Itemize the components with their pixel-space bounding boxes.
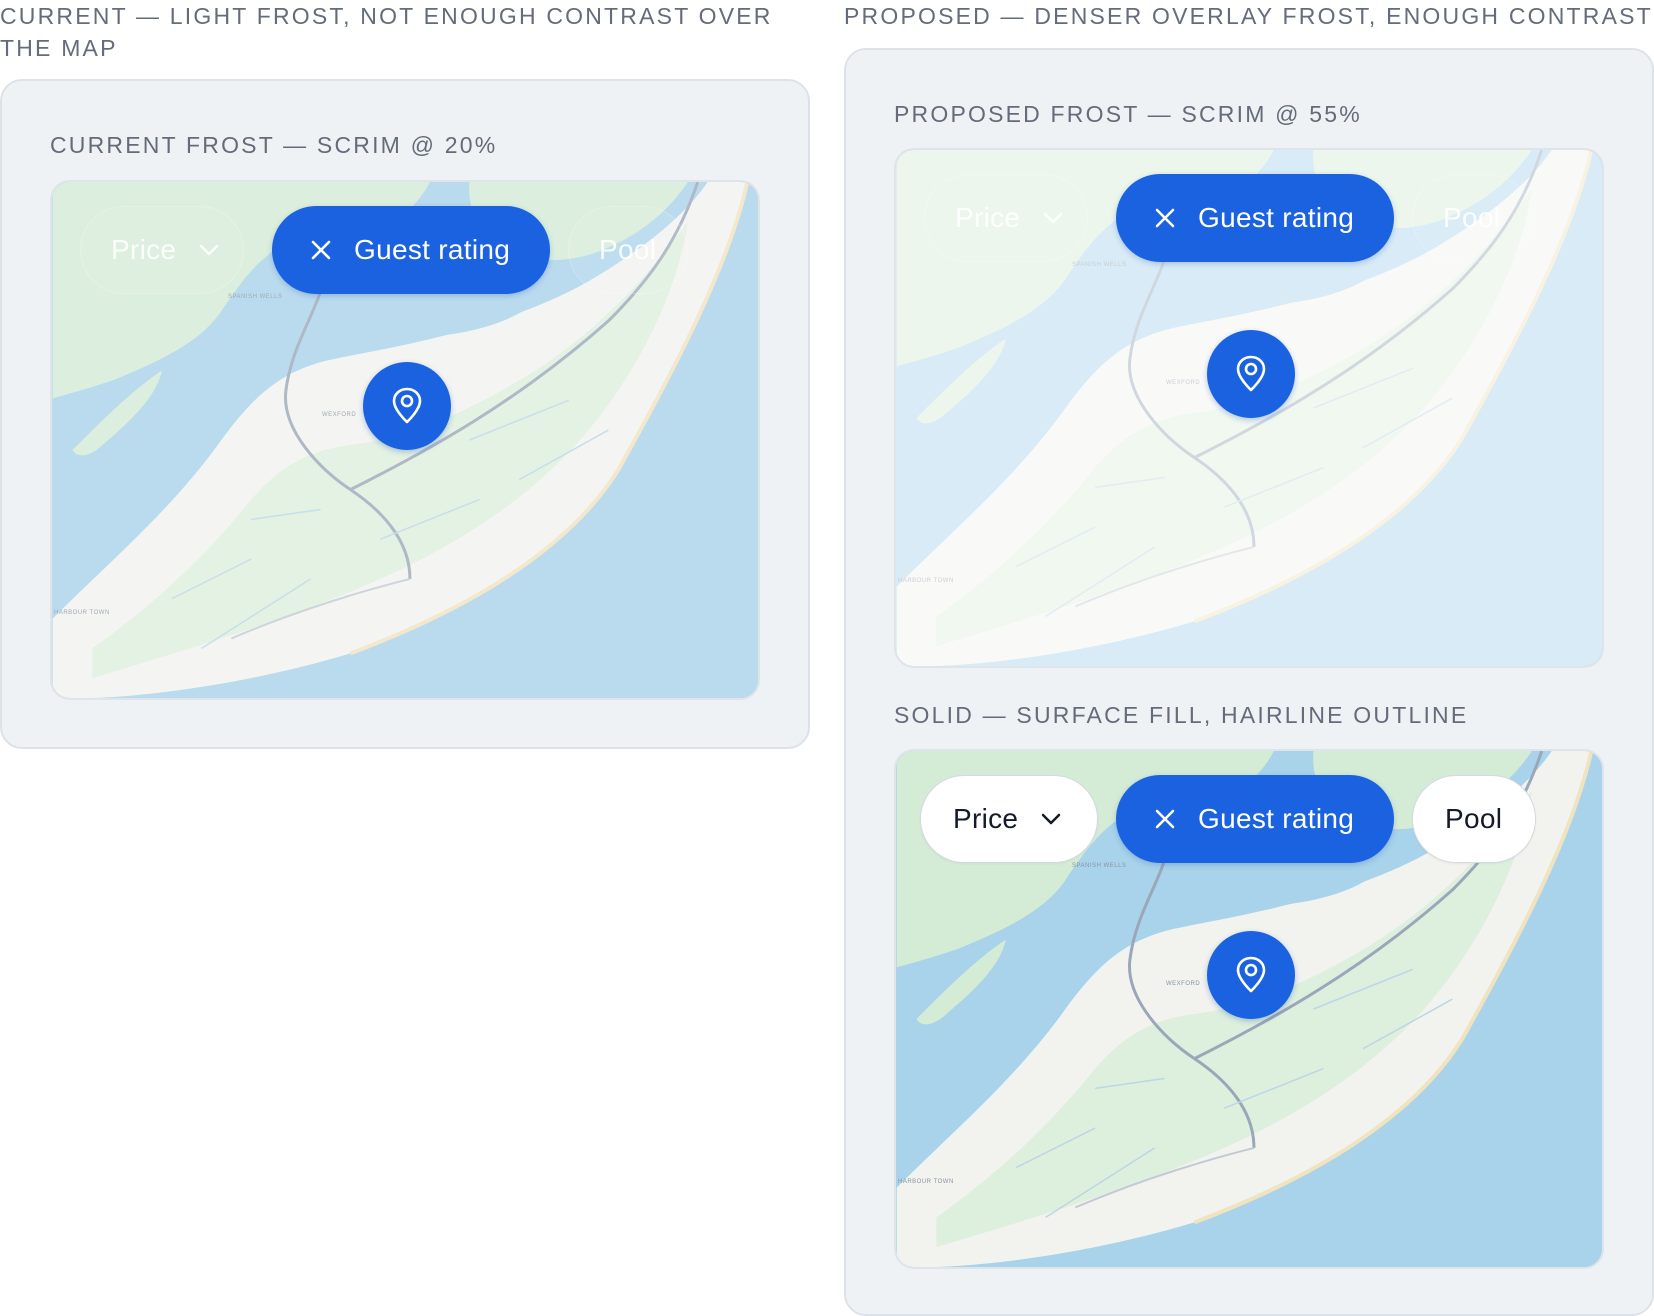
map-pin[interactable] (1207, 931, 1295, 1019)
current-column-heading: CURRENT — LIGHT FROST, NOT ENOUGH CONTRA… (0, 3, 773, 61)
map-label-wexford: WEXFORD (1166, 981, 1201, 987)
price-chip-label: Price (111, 234, 177, 265)
map-solid[interactable]: SPANISH WELLS WEXFORD HARBOUR TOWN Price… (894, 749, 1604, 1269)
proposed-frost-title: PROPOSED FROST — SCRIM @ 55% (894, 101, 1362, 127)
map-proposed-frost[interactable]: SPANISH WELLS WEXFORD HARBOUR TOWN Price… (894, 148, 1604, 668)
pool-filter-chip[interactable]: Pool (568, 206, 688, 294)
current-panel: CURRENT FROST — SCRIM @ 20% SPANISH WELL… (0, 79, 810, 749)
price-chip-label: Price (953, 803, 1019, 834)
map-pin-icon (1236, 956, 1266, 993)
pool-chip-label: Pool (1443, 202, 1501, 233)
price-filter-chip[interactable]: Price (80, 206, 244, 294)
proposed-column-heading: PROPOSED — DENSER OVERLAY FROST, ENOUGH … (844, 3, 1653, 29)
price-chip-label: Price (955, 202, 1021, 233)
map-pin[interactable] (363, 362, 451, 450)
map-pin[interactable] (1207, 330, 1295, 418)
guest-rating-filter-chip[interactable]: Guest rating (1116, 775, 1394, 863)
guest-rating-chip-label: Guest rating (1198, 803, 1355, 834)
map-pin-icon (1236, 355, 1266, 392)
price-filter-chip[interactable]: Price (920, 775, 1098, 863)
guest-rating-chip-label: Guest rating (354, 234, 511, 265)
pool-chip-label: Pool (1445, 803, 1503, 834)
current-panel-title: CURRENT FROST — SCRIM @ 20% (50, 132, 498, 158)
chevron-down-icon (1042, 813, 1061, 825)
map-label-spanish-wells: SPANISH WELLS (1072, 863, 1127, 869)
solid-title: SOLID — SURFACE FILL, HAIRLINE OUTLINE (894, 702, 1469, 728)
map-label-harbour-town: HARBOUR TOWN (898, 1179, 954, 1185)
proposed-panel: PROPOSED FROST — SCRIM @ 55% SPANISH WEL… (844, 48, 1654, 1316)
guest-rating-filter-chip[interactable]: Guest rating (1116, 174, 1394, 262)
price-filter-chip[interactable]: Price (924, 174, 1088, 262)
close-icon[interactable] (310, 239, 332, 261)
pool-filter-chip[interactable]: Pool (1412, 174, 1532, 262)
close-icon[interactable] (1154, 808, 1176, 830)
guest-rating-chip-label: Guest rating (1198, 202, 1355, 233)
map-pin-icon (392, 387, 422, 424)
chevron-down-icon (200, 244, 219, 256)
map-current-frost[interactable]: SPANISH WELLS WEXFORD HARBOUR TOWN Price… (50, 180, 760, 700)
chevron-down-icon (1044, 212, 1063, 224)
close-icon[interactable] (1154, 207, 1176, 229)
guest-rating-filter-chip[interactable]: Guest rating (272, 206, 550, 294)
pool-filter-chip[interactable]: Pool (1412, 775, 1536, 863)
pool-chip-label: Pool (599, 234, 657, 265)
